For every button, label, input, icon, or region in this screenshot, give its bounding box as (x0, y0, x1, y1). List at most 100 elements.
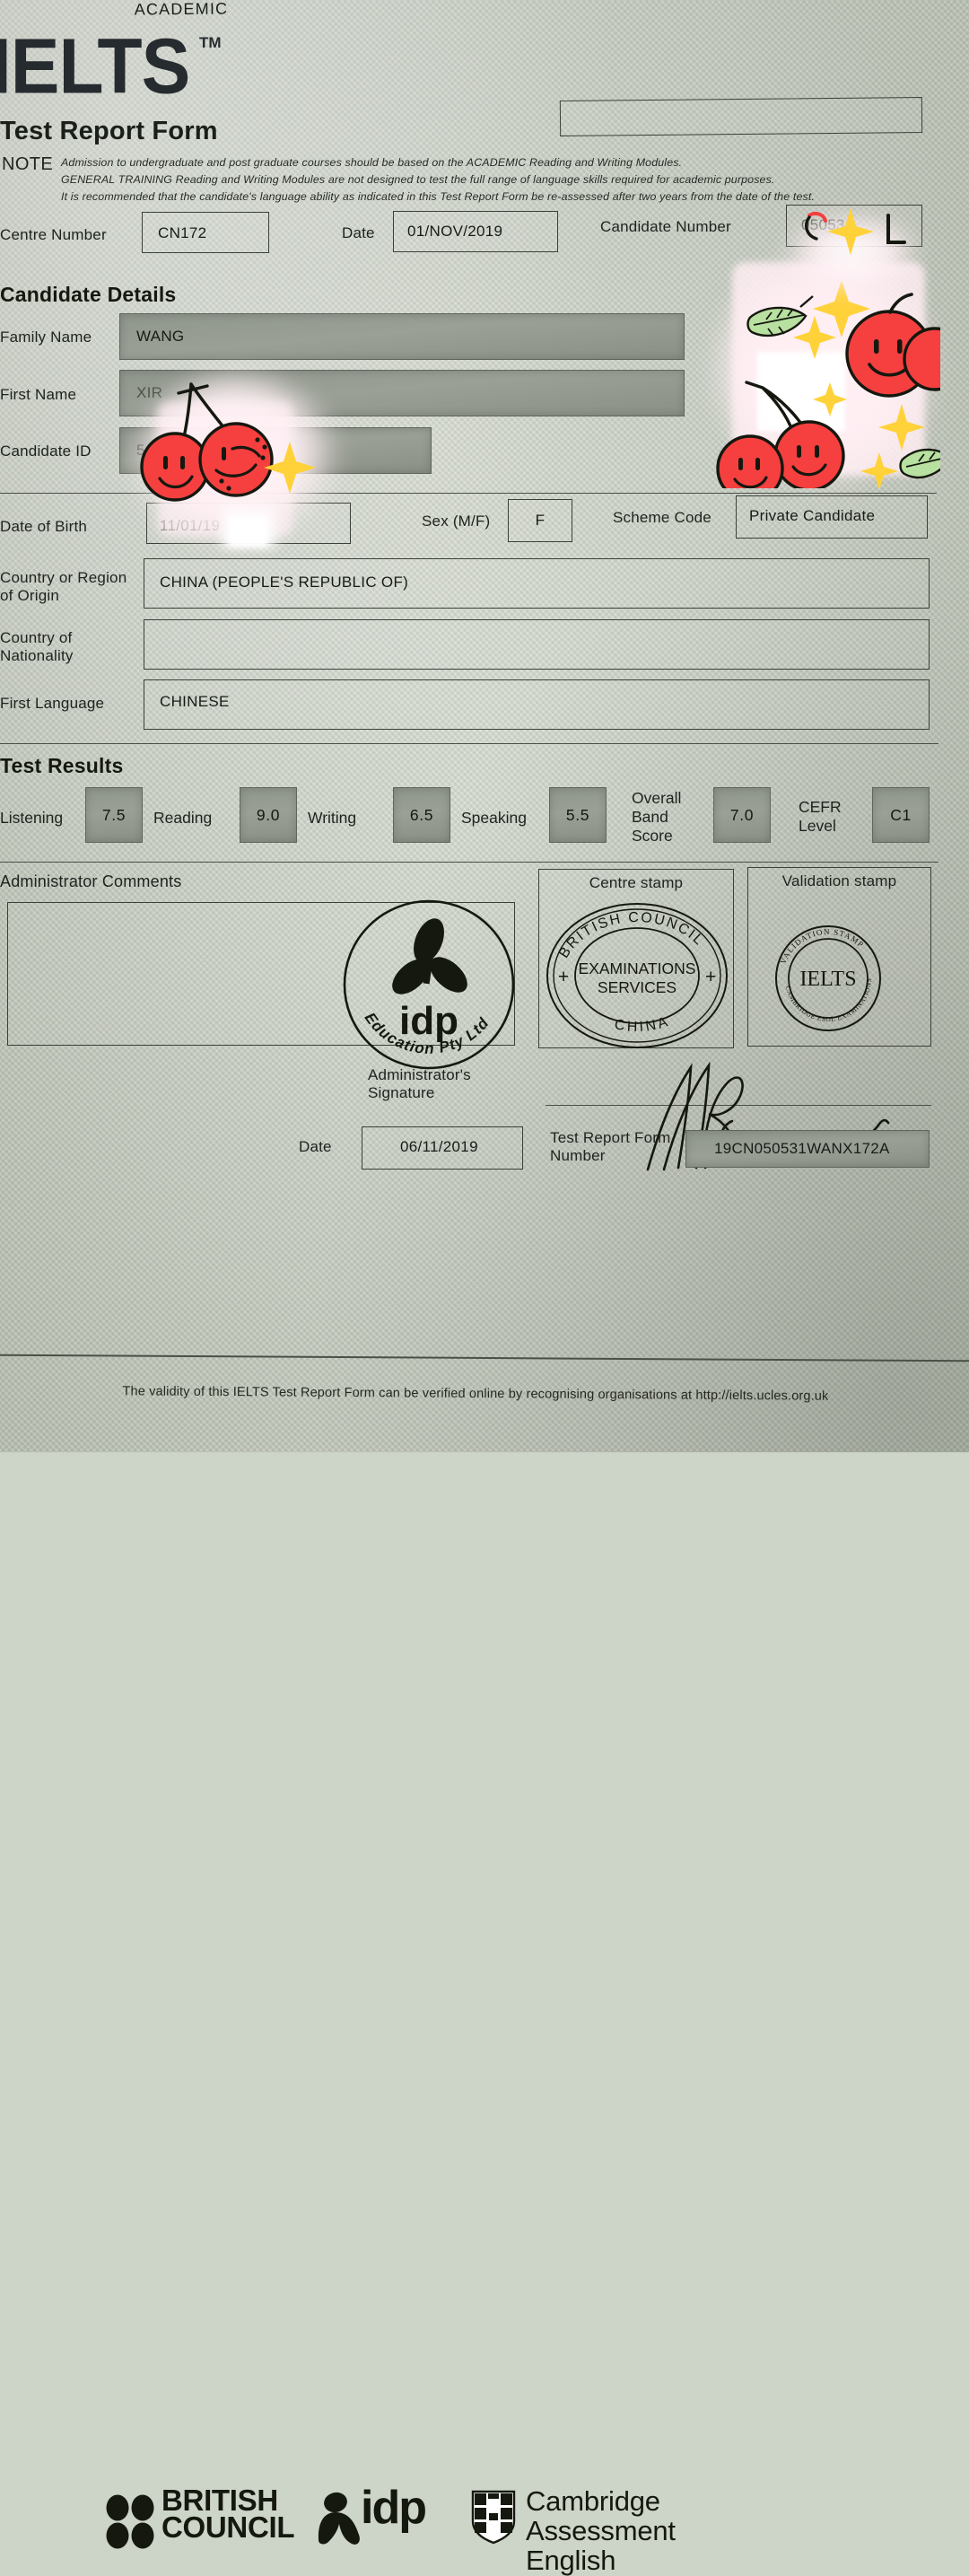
date-label: Date (342, 224, 375, 241)
idp-administrator-stamp-icon: idp Education Pty Ltd (343, 899, 515, 1070)
svg-text:CHINA: CHINA (613, 1013, 672, 1035)
country-of-nationality-box (144, 619, 930, 670)
svg-text:EXAMINATIONS: EXAMINATIONS (579, 959, 696, 977)
candidate-details-title: Candidate Details (0, 283, 177, 306)
module-type-box (559, 97, 923, 136)
sex-label: Sex (M/F) (422, 513, 491, 530)
cambridge-line-2: English (526, 2544, 616, 2576)
svg-text:IELTS: IELTS (799, 968, 856, 991)
note-line-1: Admission to undergraduate and post grad… (61, 156, 683, 169)
test-results-row: Listening 7.5 Reading 9.0 Writing 6.5 Sp… (0, 785, 940, 848)
idp-logo: idp (314, 2484, 427, 2552)
family-name-label: Family Name (0, 329, 92, 346)
score-chip-overall-band-score: 7.0 (713, 787, 771, 843)
first-language-box (144, 679, 930, 730)
validity-note: The validity of this IELTS Test Report F… (122, 1384, 829, 1404)
score-value-speaking: 5.5 (565, 805, 590, 824)
british-council-line-2: COUNCIL (162, 2510, 295, 2545)
svg-text:+: + (558, 967, 569, 987)
score-chip-speaking: 5.5 (549, 787, 607, 843)
note-label: NOTE (2, 154, 54, 174)
note-line-3: It is recommended that the candidate's l… (61, 189, 816, 203)
country-of-origin-value: CHINA (PEOPLE'S REPUBLIC OF) (160, 574, 409, 591)
module-type-value: ACADEMIC (134, 0, 229, 19)
footer-divider (0, 1354, 969, 1362)
score-value-cefr-level: C1 (890, 805, 912, 824)
country-of-nationality-label: Country of Nationality (0, 629, 74, 665)
test-report-form-number-value: 19CN050531WANX172A (714, 1140, 890, 1157)
score-label-writing: Writing (308, 809, 357, 827)
centre-stamp-label: Centre stamp (589, 874, 684, 891)
sticker-glow-right (711, 253, 935, 486)
cherry-pair-lower (716, 381, 845, 488)
score-label-reading: Reading (153, 809, 213, 827)
date-of-birth-label: Date of Birth (0, 518, 88, 535)
score-value-writing: 6.5 (409, 805, 434, 824)
idp-person-icon (318, 2492, 360, 2545)
svg-text:BRITISH COUNCIL: BRITISH COUNCIL (556, 910, 707, 961)
first-name-label: First Name (0, 386, 77, 403)
first-name-field (119, 370, 685, 416)
ielts-test-report-form: IELTS TM Test Report Form NOTE Admission… (0, 0, 969, 2575)
administrator-signature-label: Administrator's Signature (368, 1066, 471, 1102)
idp-wordmark: idp (361, 2482, 427, 2534)
sticker-pink-panel-right (732, 262, 925, 476)
score-value-overall-band-score: 7.0 (729, 805, 755, 824)
family-name-field (119, 313, 685, 360)
scheme-code-value: Private Candidate (749, 507, 876, 524)
score-label-speaking: Speaking (461, 809, 527, 827)
cambridge-wordmark: Cambridge Assessment English (526, 2485, 676, 2576)
candidate-number-value: 050531 (801, 216, 854, 233)
cambridge-line-1: Cambridge Assessment (526, 2485, 676, 2546)
british-council-line-1: BRITISH (162, 2484, 278, 2517)
scheme-code-label: Scheme Code (613, 509, 711, 526)
administrator-comments-label: Administrator Comments (0, 872, 182, 890)
svg-text:SERVICES: SERVICES (598, 978, 677, 996)
section-divider (0, 862, 938, 863)
note-text: Admission to undergraduate and post grad… (61, 154, 860, 206)
ielts-logo: IELTS (0, 23, 190, 110)
score-chip-cefr-level: C1 (872, 787, 930, 843)
candidate-id-value: 51 (136, 442, 154, 459)
validation-stamp-label: Validation stamp (781, 872, 897, 889)
administration-date-value: 06/11/2019 (400, 1138, 478, 1155)
sparkle-icon (793, 280, 925, 488)
svg-text:+: + (705, 967, 716, 987)
family-name-value: WANG (136, 328, 185, 345)
score-chip-reading: 9.0 (240, 787, 297, 843)
sticker-white-panel-right (757, 352, 845, 431)
trademark-icon: TM (199, 34, 222, 51)
cambridge-shield-icon (471, 2490, 516, 2545)
test-report-form-number-label: Test Report Form Number (550, 1129, 671, 1165)
note-line-2: GENERAL TRAINING Reading and Writing Mod… (61, 172, 775, 186)
sex-value: F (535, 512, 546, 529)
cherry-face-top-right (845, 293, 940, 398)
score-chip-listening: 7.5 (85, 787, 143, 843)
first-name-value: XIR (136, 384, 163, 401)
british-council-wordmark: BRITISH COUNCIL (162, 2484, 295, 2545)
footer-logos: BRITISH COUNCIL idp Cambridge Assessment… (0, 1239, 940, 2575)
leaf-icon (746, 295, 940, 479)
test-results-title: Test Results (0, 754, 124, 777)
first-language-label: First Language (0, 695, 105, 712)
section-divider (0, 493, 937, 495)
british-council-dots-icon (106, 2494, 154, 2549)
cherry-sticker-right (716, 280, 940, 488)
administration-date-label: Date (299, 1138, 332, 1155)
page-title: Test Report Form (0, 117, 218, 145)
centre-number-value: CN172 (158, 224, 207, 241)
date-of-birth-value: 11/01/19 (160, 517, 221, 534)
score-label-overall-band-score: Overall Band Score (632, 789, 682, 845)
cambridge-assessment-logo: Cambridge Assessment English (470, 2486, 676, 2575)
score-label-listening: Listening (0, 809, 64, 827)
candidate-id-field (119, 427, 432, 474)
ielts-validation-stamp-icon: VALIDATION STAMP CAMBRIDGE ESOL EXAMINAT… (775, 925, 881, 1031)
score-value-listening: 7.5 (101, 805, 127, 824)
section-divider (0, 743, 938, 745)
score-chip-writing: 6.5 (393, 787, 450, 843)
candidate-id-label: Candidate ID (0, 442, 92, 460)
date-value: 01/NOV/2019 (407, 223, 503, 240)
svg-text:idp: idp (399, 999, 458, 1043)
british-council-centre-stamp-icon: BRITISH COUNCIL EXAMINATIONS SERVICES CH… (546, 903, 728, 1048)
score-label-cefr-level: CEFR Level (799, 798, 842, 835)
